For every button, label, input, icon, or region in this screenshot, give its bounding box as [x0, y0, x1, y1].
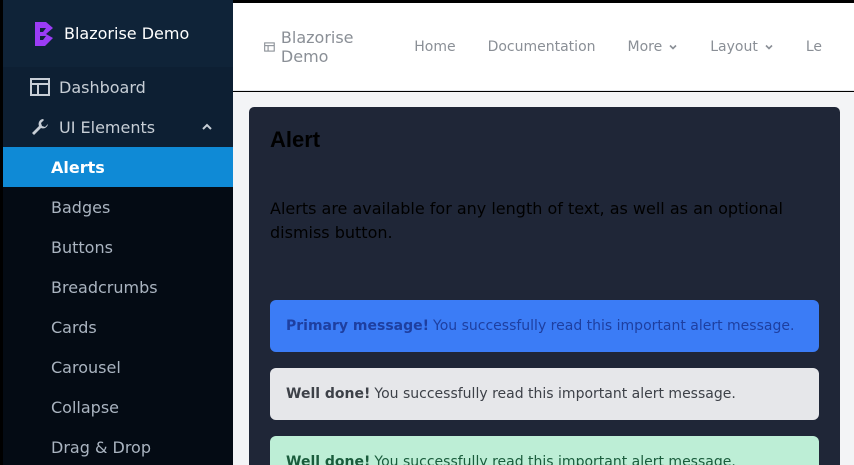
nav-dropdown-more[interactable]: More: [628, 39, 679, 55]
navbar-brand[interactable]: Blazorise Demo: [264, 28, 366, 66]
sidebar-item-alerts[interactable]: Alerts: [3, 147, 233, 187]
chevron-down-icon: [669, 44, 677, 50]
alert-secondary: Well done! You successfully read this im…: [270, 368, 819, 420]
alert-card: Alert Alerts are available for any lengt…: [249, 107, 840, 465]
sidebar-item-drag-drop[interactable]: Drag & Drop: [3, 427, 233, 465]
sidebar-item-cards[interactable]: Cards: [3, 307, 233, 347]
sidebar: Blazorise Demo Dashboard UI Elements Ale…: [3, 0, 233, 465]
sidebar-item-collapse[interactable]: Collapse: [3, 387, 233, 427]
alert-primary: Primary message! You successfully read t…: [270, 300, 819, 352]
sidebar-item-ui-elements[interactable]: UI Elements: [3, 107, 233, 147]
page-title: Alert: [270, 127, 321, 152]
alert-strong: Primary message!: [286, 318, 430, 334]
alert-success: Well done! You successfully read this im…: [270, 436, 819, 465]
sidebar-item-buttons[interactable]: Buttons: [3, 227, 233, 267]
layout-icon: [264, 41, 275, 52]
nav-link-truncated[interactable]: Le: [806, 39, 822, 55]
sidebar-brand[interactable]: Blazorise Demo: [3, 0, 233, 67]
alert-text: You successfully read this important ale…: [374, 454, 736, 465]
nav-link-documentation[interactable]: Documentation: [488, 39, 596, 55]
nav-link-home[interactable]: Home: [414, 39, 455, 55]
nav-dropdown-layout[interactable]: Layout: [710, 39, 774, 55]
alert-text: You successfully read this important ale…: [433, 318, 795, 334]
sidebar-top-nav: Dashboard UI Elements: [3, 67, 233, 147]
navbar-links: Home Documentation More Layout Le: [414, 39, 854, 55]
sidebar-item-label: UI Elements: [59, 117, 156, 137]
navbar-brand-label: Blazorise Demo: [280, 27, 354, 66]
alert-text: You successfully read this important ale…: [374, 386, 736, 402]
layout-icon: [29, 76, 51, 98]
chevron-up-icon[interactable]: [201, 121, 213, 133]
alert-strong: Well done!: [286, 454, 371, 465]
nav-link-label: Home: [414, 38, 456, 55]
main-content: Alert Alerts are available for any lengt…: [233, 92, 854, 465]
sidebar-submenu: Alerts Badges Buttons Breadcrumbs Cards …: [3, 147, 233, 465]
nav-link-label: Le: [805, 38, 822, 55]
nav-link-label: Layout: [710, 38, 758, 55]
page-description: Alerts are available for any length of t…: [270, 199, 783, 242]
nav-link-label: Documentation: [487, 38, 596, 55]
blazorise-logo-icon: [35, 21, 53, 46]
chevron-down-icon: [765, 44, 773, 50]
top-navbar: Blazorise Demo Home Documentation More L…: [233, 3, 854, 91]
nav-link-label: More: [627, 38, 663, 55]
sidebar-item-label: Dashboard: [59, 77, 146, 97]
brand-name: Blazorise Demo: [64, 24, 190, 43]
sidebar-item-carousel[interactable]: Carousel: [3, 347, 233, 387]
wrench-icon: [29, 116, 51, 138]
sidebar-item-breadcrumbs[interactable]: Breadcrumbs: [3, 267, 233, 307]
sidebar-item-dashboard[interactable]: Dashboard: [3, 67, 233, 107]
alert-strong: Well done!: [286, 386, 371, 402]
sidebar-item-badges[interactable]: Badges: [3, 187, 233, 227]
